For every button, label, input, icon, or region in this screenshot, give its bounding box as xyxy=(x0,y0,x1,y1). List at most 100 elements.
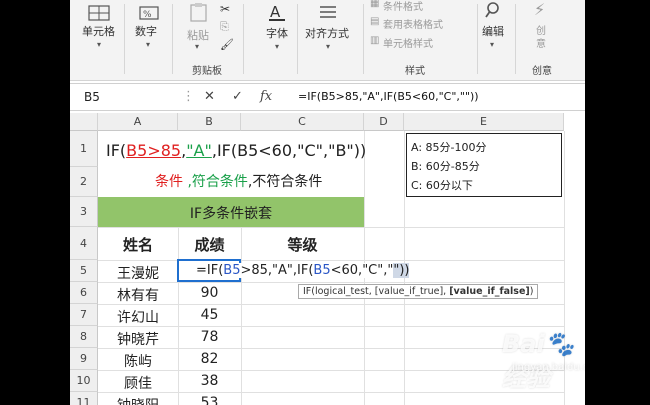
copy-icon[interactable]: ⎘ xyxy=(220,20,229,34)
column-header-c[interactable]: C xyxy=(241,113,364,131)
formula-illustration-rest: ,IF(B5<60,"C","B")) xyxy=(211,141,367,160)
editing-ref2: B5 xyxy=(313,263,331,278)
cell-style-icon: ▥ xyxy=(370,35,380,46)
format-painter-icon[interactable]: 🖌 xyxy=(220,38,234,51)
formula-illustration-prefix: IF( xyxy=(106,141,127,160)
number-button[interactable]: 数字 xyxy=(135,23,157,39)
row-header-6[interactable]: 6 xyxy=(70,282,98,304)
ribbon-divider xyxy=(172,4,173,74)
cells-button[interactable]: 单元格 xyxy=(82,23,115,39)
insert-function-icon[interactable]: fx xyxy=(260,88,272,106)
editing-dropdown-icon[interactable]: ▾ xyxy=(490,40,494,49)
tooltip-bold: [value_if_false] xyxy=(449,286,530,297)
tooltip-close: ) xyxy=(529,286,534,297)
row-header-5[interactable]: 5 xyxy=(70,260,98,282)
row-header-1[interactable]: 1 xyxy=(70,131,98,167)
cut-icon[interactable]: ✂ xyxy=(220,2,230,16)
student-name-cell[interactable]: 顾佳 xyxy=(98,373,178,393)
column-header-d[interactable]: D xyxy=(364,113,404,131)
student-score-cell[interactable]: 90 xyxy=(178,285,241,301)
table-format-button[interactable]: 套用表格格式 xyxy=(383,16,443,31)
alignment-button[interactable]: 对齐方式 xyxy=(305,25,349,41)
row-header-8[interactable]: 8 xyxy=(70,326,98,348)
cells-icon xyxy=(88,5,110,21)
legend-line-c: C: 60分以下 xyxy=(411,179,473,192)
conditional-format-button[interactable]: 条件格式 xyxy=(383,0,423,13)
svg-text:%: % xyxy=(143,10,152,20)
student-score-cell[interactable]: 38 xyxy=(178,373,241,389)
editing-formula[interactable]: =IF(B5>85,"A",IF(B5<60,"C","")) xyxy=(196,263,410,278)
font-dropdown-icon[interactable]: ▾ xyxy=(275,42,279,51)
ribbon-divider xyxy=(515,4,516,74)
explanation-false: ,不符合条件 xyxy=(247,174,323,190)
creative-group-label: 创意 xyxy=(532,66,552,77)
formula-input[interactable]: =IF(B5>85,"A",IF(B5<60,"C","")) xyxy=(298,88,479,106)
table-format-icon: ▤ xyxy=(370,16,380,27)
paste-dropdown-icon[interactable]: ▾ xyxy=(195,42,199,51)
row-header-10[interactable]: 10 xyxy=(70,370,98,392)
ribbon-divider xyxy=(297,4,298,74)
editing-prefix: =IF( xyxy=(196,263,224,278)
column-header-a[interactable]: A xyxy=(98,113,178,131)
student-name-cell[interactable]: 钟晓芹 xyxy=(98,329,178,349)
header-name[interactable]: 姓名 xyxy=(98,234,178,255)
cells-dropdown-icon[interactable]: ▾ xyxy=(97,40,101,49)
create-label-2: 意 xyxy=(536,39,546,50)
paw-icon: 🐾 xyxy=(544,330,575,358)
paste-icon xyxy=(190,3,207,22)
student-name-cell[interactable]: 林有有 xyxy=(98,285,178,305)
student-name-cell[interactable]: 陈屿 xyxy=(98,351,178,371)
column-header-e[interactable]: E xyxy=(404,113,564,131)
gridline xyxy=(98,260,564,261)
more-options-icon[interactable]: ⋮ xyxy=(182,88,195,106)
formula-explanation: 条件 ,符合条件,不符合条件 xyxy=(155,171,322,191)
font-icon: A xyxy=(269,3,285,21)
ribbon-divider xyxy=(243,4,244,74)
editing-mid: >85,"A",IF( xyxy=(240,263,314,278)
styles-group-label: 样式 xyxy=(405,66,425,77)
cancel-icon[interactable]: ✕ xyxy=(204,88,215,106)
function-tooltip: IF(logical_test, [value_if_true], [value… xyxy=(298,284,539,299)
conditional-format-icon: ▦ xyxy=(370,0,380,9)
editing-tail: <60,"C"," xyxy=(330,263,394,278)
cell-style-button[interactable]: 单元格样式 xyxy=(383,35,433,50)
row-header-9[interactable]: 9 xyxy=(70,348,98,370)
editing-button[interactable]: 编辑 xyxy=(482,23,504,39)
confirm-icon[interactable]: ✓ xyxy=(232,88,243,106)
excel-window: 单元格 ▾ % 数字 ▾ 粘贴 ▾ ✂ ⎘ 🖌 剪贴板 A 字体 ▾ 对齐方式 … xyxy=(70,0,585,405)
row-header-2[interactable]: 2 xyxy=(70,167,98,197)
student-name-cell[interactable]: 钟晓阳 xyxy=(98,395,178,405)
alignment-dropdown-icon[interactable]: ▾ xyxy=(326,42,330,51)
ribbon-divider xyxy=(363,4,364,74)
ribbon-divider xyxy=(124,4,125,74)
explanation-true: ,符合条件 xyxy=(187,174,248,190)
alignment-icon xyxy=(320,6,336,18)
formula-illustration-condition: B5>85 xyxy=(126,141,182,160)
row-header-3[interactable]: 3 xyxy=(70,197,98,227)
font-button[interactable]: 字体 xyxy=(266,25,288,41)
row-header-7[interactable]: 7 xyxy=(70,304,98,326)
student-name-cell[interactable]: 王漫妮 xyxy=(98,263,178,283)
student-score-cell[interactable]: 45 xyxy=(178,307,241,323)
tooltip-text: IF(logical_test, [value_if_true], xyxy=(303,286,450,297)
paste-button[interactable]: 粘贴 xyxy=(187,27,209,43)
editing-ref1: B5 xyxy=(223,263,241,278)
svg-text:A: A xyxy=(270,3,281,21)
row-header-11[interactable]: 11 xyxy=(70,392,98,405)
header-score[interactable]: 成绩 xyxy=(178,234,241,255)
student-score-cell[interactable]: 78 xyxy=(178,329,241,345)
student-score-cell[interactable]: 53 xyxy=(178,395,241,405)
editing-end: ")) xyxy=(393,263,410,278)
ribbon-divider xyxy=(477,4,478,74)
number-dropdown-icon[interactable]: ▾ xyxy=(146,40,150,49)
student-score-cell[interactable]: 82 xyxy=(178,351,241,367)
name-box[interactable]: B5 xyxy=(76,88,172,106)
select-all-corner[interactable] xyxy=(70,113,98,131)
search-icon xyxy=(485,2,499,18)
watermark-url: jingyan.baidu.com xyxy=(512,362,585,373)
explanation-condition: 条件 xyxy=(155,174,183,190)
column-header-b[interactable]: B xyxy=(178,113,241,131)
header-grade[interactable]: 等级 xyxy=(241,234,364,255)
student-name-cell[interactable]: 许幻山 xyxy=(98,307,178,327)
row-header-4[interactable]: 4 xyxy=(70,227,98,260)
